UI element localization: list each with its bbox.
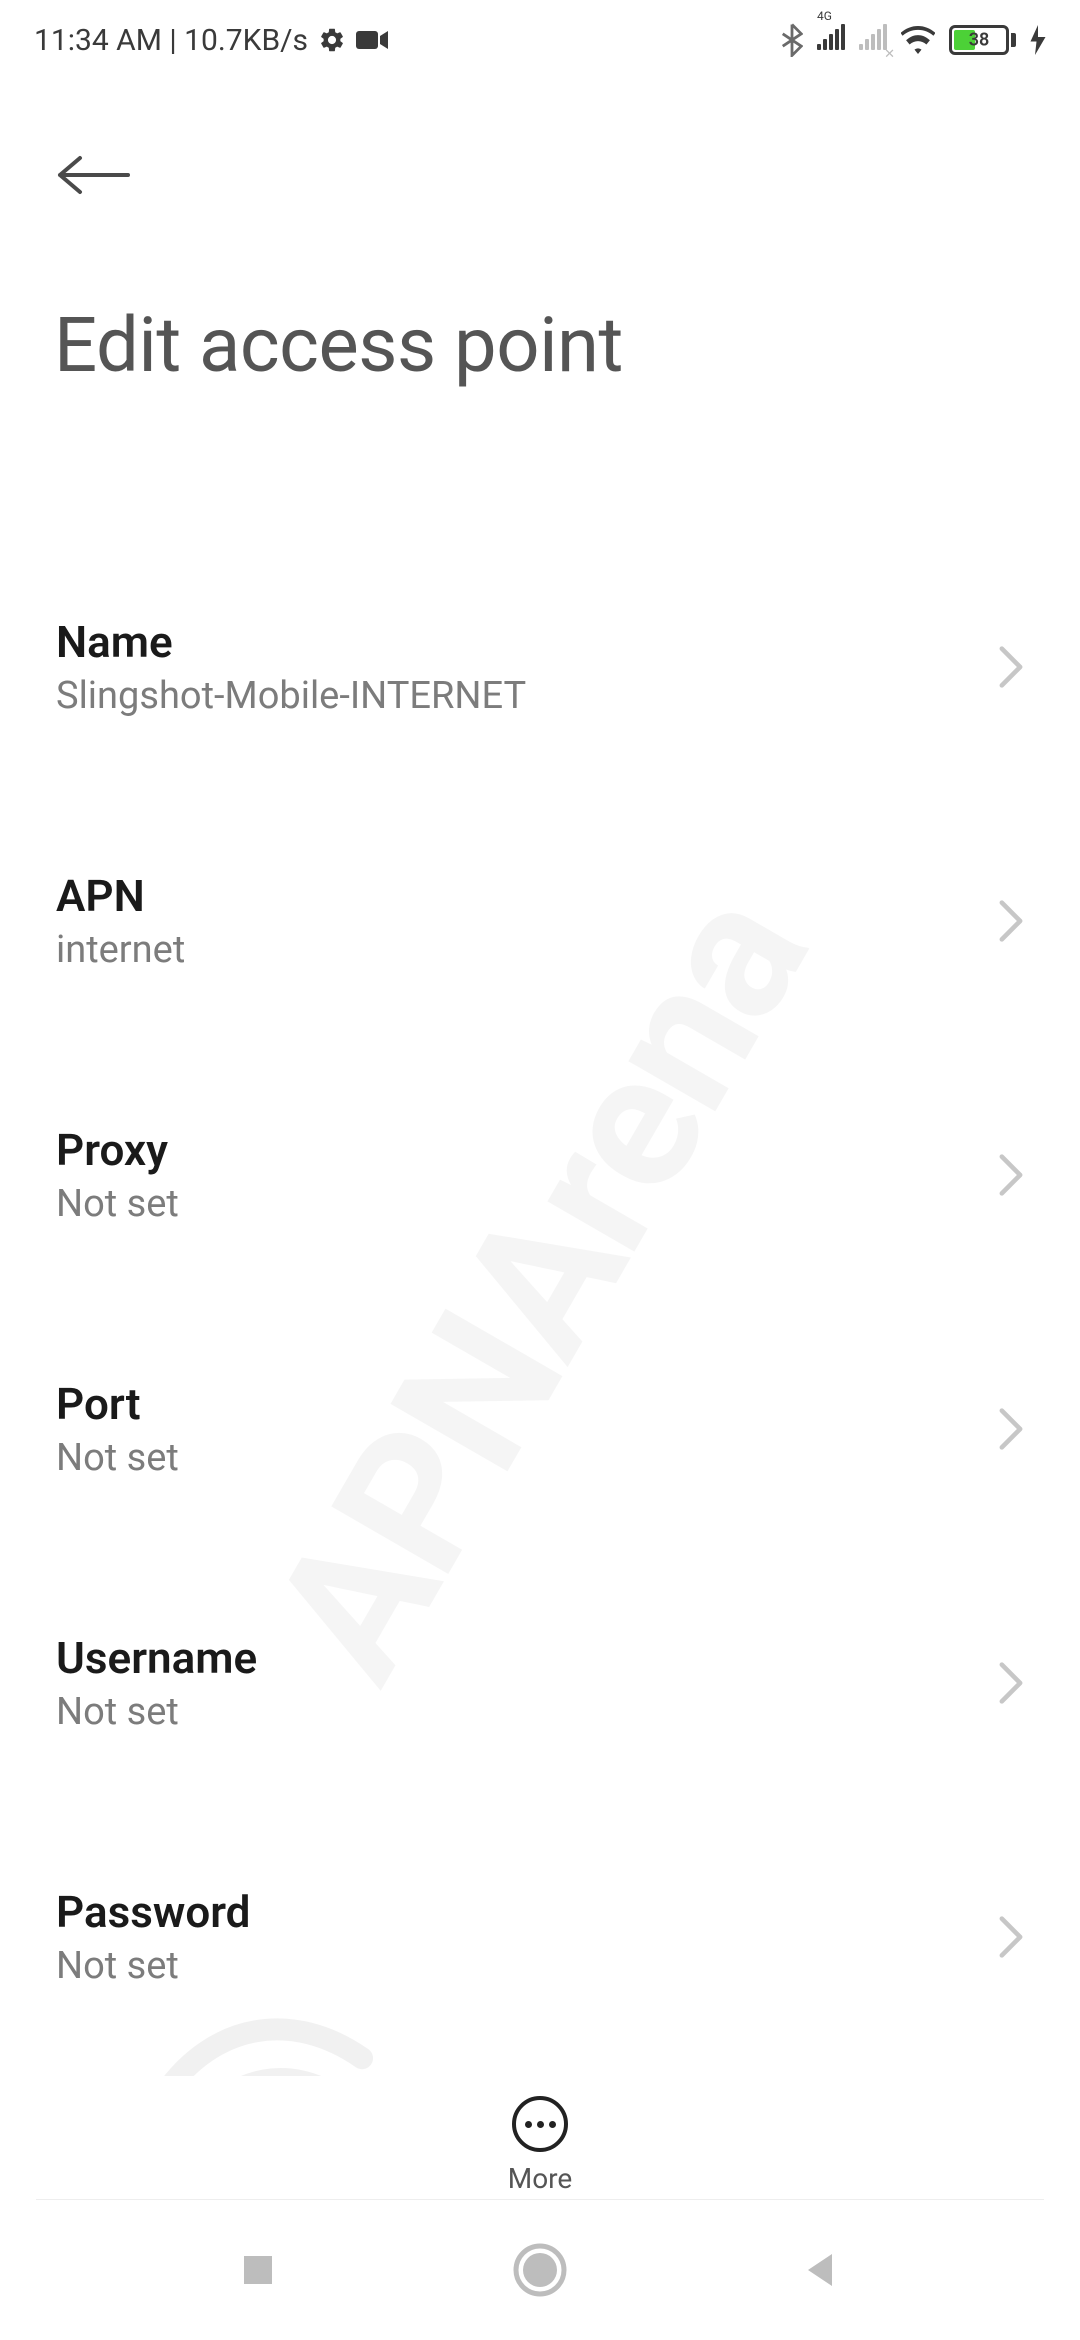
setting-row-apn[interactable]: APN internet (0, 794, 1080, 1048)
chevron-right-icon (998, 899, 1024, 943)
setting-row-username[interactable]: Username Not set (0, 1556, 1080, 1810)
setting-value: Not set (56, 1436, 179, 1480)
bottom-toolbar: More (0, 2076, 1080, 2195)
setting-value: Not set (56, 1182, 179, 1226)
bluetooth-icon (781, 23, 803, 57)
chevron-right-icon (998, 1407, 1024, 1451)
setting-value: internet (56, 928, 185, 972)
setting-row-password[interactable]: Password Not set (0, 1810, 1080, 2064)
more-button[interactable] (512, 2096, 568, 2152)
chevron-right-icon (998, 1915, 1024, 1959)
setting-value: Not set (56, 1944, 250, 1988)
nav-home-button[interactable] (513, 2243, 567, 2297)
setting-label: Proxy (56, 1124, 179, 1176)
setting-label: Username (56, 1632, 257, 1684)
signal-sim1-icon: 4G (817, 23, 845, 58)
battery-icon: 38 (949, 25, 1016, 55)
navigation-bar (0, 2200, 1080, 2340)
nav-back-button[interactable] (802, 2250, 842, 2290)
nav-recent-button[interactable] (238, 2250, 278, 2290)
wifi-icon (901, 26, 935, 54)
back-button[interactable] (54, 150, 134, 200)
settings-list: Name Slingshot-Mobile-INTERNET APN inter… (0, 540, 1080, 2090)
setting-row-server[interactable]: Server Not set (0, 2064, 1080, 2090)
setting-row-port[interactable]: Port Not set (0, 1302, 1080, 1556)
chevron-right-icon (998, 1153, 1024, 1197)
setting-row-proxy[interactable]: Proxy Not set (0, 1048, 1080, 1302)
chevron-right-icon (998, 1661, 1024, 1705)
page-title: Edit access point (54, 300, 623, 390)
setting-label: APN (56, 870, 185, 922)
setting-label: Port (56, 1378, 179, 1430)
charging-icon (1030, 25, 1046, 55)
chevron-right-icon (998, 645, 1024, 689)
setting-label: Name (56, 616, 526, 668)
more-label: More (508, 2162, 573, 2195)
setting-value: Slingshot-Mobile-INTERNET (56, 674, 526, 718)
status-time: 11:34 AM | 10.7KB/s (34, 23, 308, 58)
status-bar: 11:34 AM | 10.7KB/s 4G (0, 0, 1080, 80)
settings-gear-icon (318, 26, 346, 54)
setting-value: Not set (56, 1690, 257, 1734)
setting-row-name[interactable]: Name Slingshot-Mobile-INTERNET (0, 540, 1080, 794)
signal-sim2-icon: ✕ (859, 23, 887, 58)
setting-label: Password (56, 1886, 250, 1938)
camera-icon (356, 29, 388, 51)
